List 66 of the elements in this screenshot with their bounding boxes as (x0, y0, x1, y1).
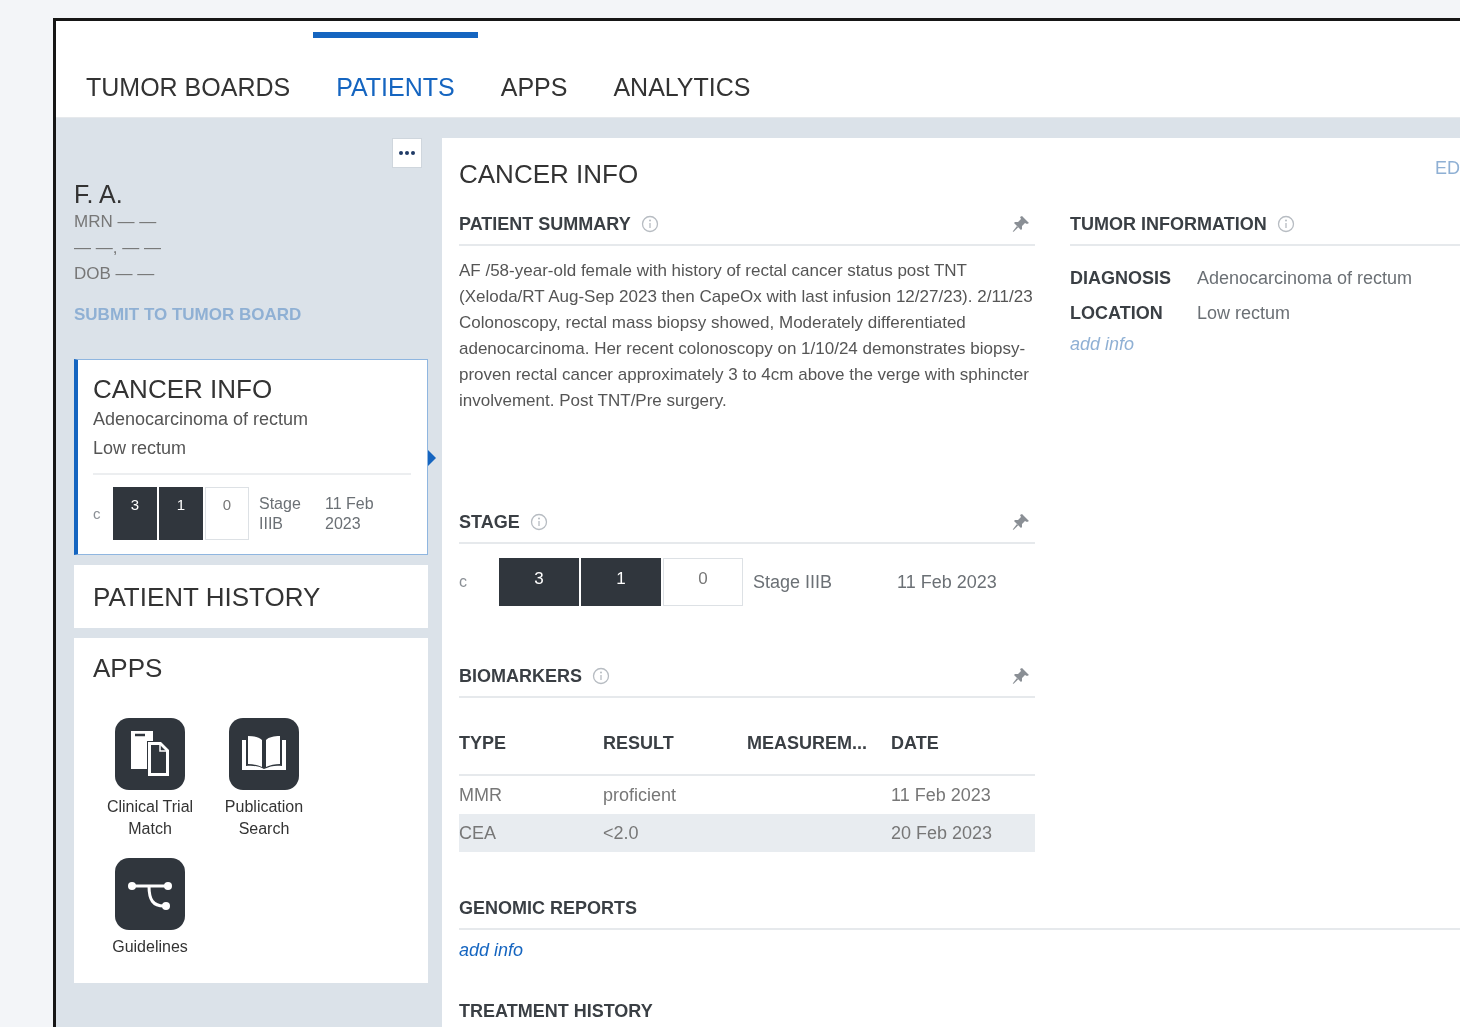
add-info-link[interactable]: add info (459, 940, 524, 961)
more-icon (399, 151, 415, 155)
app-launcher[interactable]: Clinical Trial Match (93, 718, 207, 840)
card-title: CANCER INFO (93, 374, 274, 405)
stage-value: 0 (663, 558, 743, 606)
table-row[interactable]: CEA <2.0 20 Feb 2023 (459, 814, 1035, 852)
nav-tab[interactable]: TUMOR BOARDS (63, 32, 314, 117)
table-cell: 11 Feb 2023 (891, 784, 991, 805)
pin-icon[interactable] (1011, 512, 1031, 532)
field-label: DIAGNOSIS (1070, 268, 1172, 289)
table-cell: <2.0 (603, 822, 639, 843)
branch-icon (115, 858, 185, 930)
column-header: MEASUREM... (747, 712, 891, 775)
pin-icon[interactable] (1011, 666, 1031, 686)
app-launcher[interactable]: Publication Search (207, 718, 321, 840)
summary-text: AF /58-year-old female with history of rectal cancer status post TNT (Xeloda/RT Aug-Sep 2023 then CapeOx with last infusion 12/27/23). 2/11/23 Colonoscopy, rectal mass biopsy showed, Moderately differentiated adenocarcinoma. Her recent colonoscopy on 1/10/24 demonstrates biopsy-proven rectal cancer approximately 3 to 4cm above the verge with sphincter involvement. Post TNT/Pre surgery. (459, 260, 1034, 412)
more-button[interactable] (392, 138, 422, 168)
table-cell: 20 Feb 2023 (891, 822, 993, 843)
book-icon (229, 718, 299, 790)
info-icon[interactable] (640, 215, 659, 233)
panel-title: CANCER INFO (459, 159, 639, 190)
column-header: RESULT (603, 712, 747, 775)
app-launcher[interactable]: Guidelines (93, 858, 207, 958)
table-cell: proficient (603, 784, 677, 805)
stage-date: 11 Feb 2023 (897, 571, 997, 593)
section-title: TREATMENT HISTORY (459, 1000, 653, 1023)
card-line: Low rectum (93, 437, 188, 460)
card-title: PATIENT HISTORY (93, 582, 322, 613)
card-title: APPS (93, 653, 164, 684)
field-label: LOCATION (1070, 303, 1164, 324)
stage-date: 11 Feb 2023 (325, 493, 375, 534)
pin-icon[interactable] (1011, 214, 1031, 234)
section-title: GENOMIC REPORTS (459, 897, 637, 920)
stage-label: Stage IIIB (259, 493, 302, 534)
section-title: PATIENT SUMMARY (459, 213, 631, 236)
field-value: Adenocarcinoma of rectum (1197, 268, 1414, 289)
section-title: STAGE (459, 511, 520, 534)
info-icon[interactable] (1276, 215, 1295, 233)
section-title: TUMOR INFORMATION (1070, 213, 1267, 236)
table-cell: CEA (459, 822, 496, 843)
nav-tab[interactable]: APPS (477, 32, 591, 117)
info-icon[interactable] (592, 667, 610, 685)
column-header: DATE (891, 712, 1035, 775)
stage-value: 3 (113, 487, 157, 540)
sidebar-card[interactable]: PATIENT HISTORY (74, 565, 428, 628)
info-icon[interactable] (529, 513, 548, 531)
document-icon (115, 718, 185, 790)
table-cell: MMR (459, 784, 502, 805)
stage-value: 1 (159, 487, 203, 540)
column-header: TYPE (459, 712, 603, 775)
sidebar-card[interactable]: APPS Clinical Trial Match Publication Search Guidelines (74, 638, 428, 983)
stage-value: 0 (205, 487, 249, 540)
stage-prefix: c (93, 505, 102, 522)
stage-value: 1 (581, 558, 661, 606)
patient-detail: MRN — — (74, 211, 158, 233)
stage-prefix: c (459, 573, 468, 591)
stage-value: 3 (499, 558, 579, 606)
table-row[interactable]: MMR proficient 11 Feb 2023 (459, 775, 1035, 814)
patient-name: F. A. (74, 180, 124, 209)
field-value: Low rectum (1197, 303, 1292, 324)
patient-detail: — —, — — (74, 237, 162, 259)
nav-tab[interactable]: ANALYTICS (590, 32, 774, 117)
card-line: Adenocarcinoma of rectum (93, 408, 310, 431)
patient-detail: DOB — — (74, 263, 156, 285)
stage-label: Stage IIIB (753, 571, 834, 593)
section-title: BIOMARKERS (459, 665, 582, 688)
